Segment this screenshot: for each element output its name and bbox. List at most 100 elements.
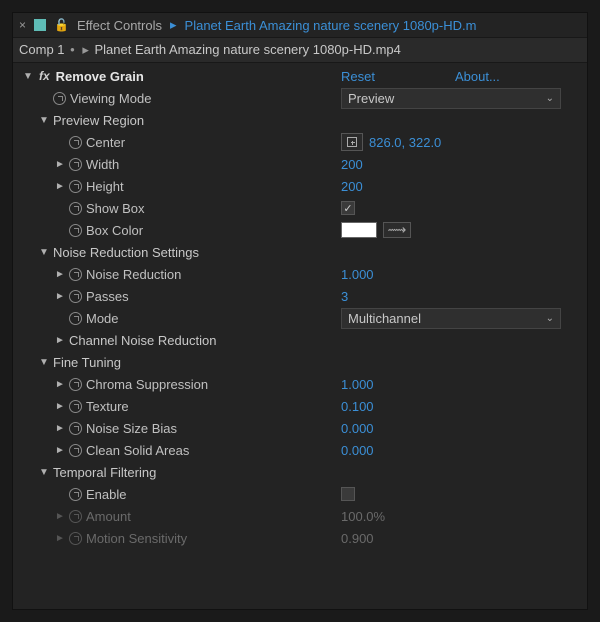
prop-label: Motion Sensitivity (86, 531, 187, 546)
close-icon[interactable]: × (19, 18, 26, 32)
breadcrumb-sep-icon: ▸ (170, 17, 177, 33)
twirl-icon[interactable] (55, 445, 65, 456)
about-button[interactable]: About... (455, 69, 500, 84)
lock-icon[interactable]: 🔓 (54, 18, 69, 32)
prop-label: Viewing Mode (70, 91, 151, 106)
enable-checkbox[interactable] (341, 487, 355, 501)
twirl-icon[interactable] (39, 357, 49, 368)
twirl-icon[interactable] (39, 467, 49, 478)
prop-temporal-enable: Enable (13, 483, 587, 505)
effect-name[interactable]: Remove Grain (56, 69, 144, 84)
prop-label: Noise Reduction (86, 267, 181, 282)
width-value[interactable]: 200 (341, 157, 363, 172)
stopwatch-icon (69, 532, 82, 545)
stopwatch-icon[interactable] (69, 158, 82, 171)
stopwatch-icon[interactable] (69, 422, 82, 435)
height-value[interactable]: 200 (341, 179, 363, 194)
prop-height: Height 200 (13, 175, 587, 197)
prop-label: Enable (86, 487, 126, 502)
section-label: Noise Reduction Settings (53, 245, 199, 260)
twirl-icon[interactable] (55, 511, 65, 522)
center-value[interactable]: 826.0, 322.0 (369, 135, 441, 150)
twirl-icon[interactable] (39, 115, 49, 126)
tab-bar: × 🔓 Effect Controls ▸ Planet Earth Amazi… (13, 13, 587, 38)
prop-label: Show Box (86, 201, 145, 216)
twirl-icon[interactable] (55, 181, 65, 192)
passes-value[interactable]: 3 (341, 289, 348, 304)
twirl-icon[interactable] (55, 533, 65, 544)
prop-label: Amount (86, 509, 131, 524)
twirl-icon[interactable] (55, 401, 65, 412)
effect-controls-panel: × 🔓 Effect Controls ▸ Planet Earth Amazi… (12, 12, 588, 610)
section-label: Preview Region (53, 113, 144, 128)
comp-path: Comp 1 • ▸ Planet Earth Amazing nature s… (13, 38, 587, 63)
prop-label: Center (86, 135, 125, 150)
prop-channel-noise-reduction: Channel Noise Reduction (13, 329, 587, 351)
prop-center: Center 826.0, 322.0 (13, 131, 587, 153)
noise-reduction-value[interactable]: 1.000 (341, 267, 374, 282)
stopwatch-icon[interactable] (69, 488, 82, 501)
twirl-icon[interactable] (55, 423, 65, 434)
chroma-value[interactable]: 1.000 (341, 377, 374, 392)
eyedropper-icon[interactable]: ⟿ (383, 222, 411, 238)
snapshot-icon[interactable] (34, 19, 46, 31)
section-fine-tuning: Fine Tuning (13, 351, 587, 373)
effect-header-row: fx Remove Grain Reset About... (13, 65, 587, 87)
box-color-swatch[interactable] (341, 222, 377, 238)
prop-texture: Texture 0.100 (13, 395, 587, 417)
prop-label: Passes (86, 289, 129, 304)
amount-value: 100.0% (341, 509, 385, 524)
fx-icon[interactable]: fx (37, 69, 52, 83)
prop-width: Width 200 (13, 153, 587, 175)
prop-viewing-mode: Viewing Mode Preview ⌄ (13, 87, 587, 109)
comp-name[interactable]: Comp 1 (19, 42, 65, 57)
noise-size-bias-value[interactable]: 0.000 (341, 421, 374, 436)
prop-mode: Mode Multichannel ⌄ (13, 307, 587, 329)
tab-label-effect-controls[interactable]: Effect Controls (77, 18, 162, 33)
section-label: Fine Tuning (53, 355, 121, 370)
prop-label: Channel Noise Reduction (69, 333, 216, 348)
prop-label: Box Color (86, 223, 143, 238)
twirl-icon[interactable] (55, 269, 65, 280)
breadcrumb-layer[interactable]: Planet Earth Amazing nature scenery 1080… (185, 18, 477, 33)
stopwatch-icon[interactable] (69, 444, 82, 457)
stopwatch-icon[interactable] (69, 202, 82, 215)
section-noise-reduction: Noise Reduction Settings (13, 241, 587, 263)
twirl-icon[interactable] (55, 291, 65, 302)
stopwatch-icon[interactable] (69, 290, 82, 303)
motion-sensitivity-value: 0.900 (341, 531, 374, 546)
twirl-icon[interactable] (55, 159, 65, 170)
prop-label: Chroma Suppression (86, 377, 208, 392)
stopwatch-icon[interactable] (69, 136, 82, 149)
viewing-mode-dropdown[interactable]: Preview ⌄ (341, 88, 561, 109)
stopwatch-icon[interactable] (69, 312, 82, 325)
twirl-icon[interactable] (55, 379, 65, 390)
layer-name[interactable]: Planet Earth Amazing nature scenery 1080… (95, 42, 401, 57)
mode-dropdown[interactable]: Multichannel ⌄ (341, 308, 561, 329)
clean-solid-value[interactable]: 0.000 (341, 443, 374, 458)
prop-label: Texture (86, 399, 129, 414)
stopwatch-icon[interactable] (69, 224, 82, 237)
chevron-down-icon: ⌄ (546, 93, 554, 104)
point-picker-icon[interactable] (341, 133, 363, 151)
stopwatch-icon[interactable] (69, 400, 82, 413)
prop-show-box: Show Box ✓ (13, 197, 587, 219)
stopwatch-icon[interactable] (69, 268, 82, 281)
prop-passes: Passes 3 (13, 285, 587, 307)
prop-label: Clean Solid Areas (86, 443, 189, 458)
twirl-icon[interactable] (23, 71, 33, 82)
stopwatch-icon[interactable] (69, 180, 82, 193)
prop-noise-size-bias: Noise Size Bias 0.000 (13, 417, 587, 439)
texture-value[interactable]: 0.100 (341, 399, 374, 414)
stopwatch-icon[interactable] (53, 92, 66, 105)
twirl-icon[interactable] (39, 247, 49, 258)
section-label: Temporal Filtering (53, 465, 156, 480)
prop-label: Noise Size Bias (86, 421, 177, 436)
dropdown-value: Multichannel (348, 311, 421, 326)
stopwatch-icon[interactable] (69, 378, 82, 391)
reset-button[interactable]: Reset (341, 69, 375, 84)
show-box-checkbox[interactable]: ✓ (341, 201, 355, 215)
prop-chroma-suppression: Chroma Suppression 1.000 (13, 373, 587, 395)
twirl-icon[interactable] (55, 335, 65, 346)
prop-label: Height (86, 179, 124, 194)
